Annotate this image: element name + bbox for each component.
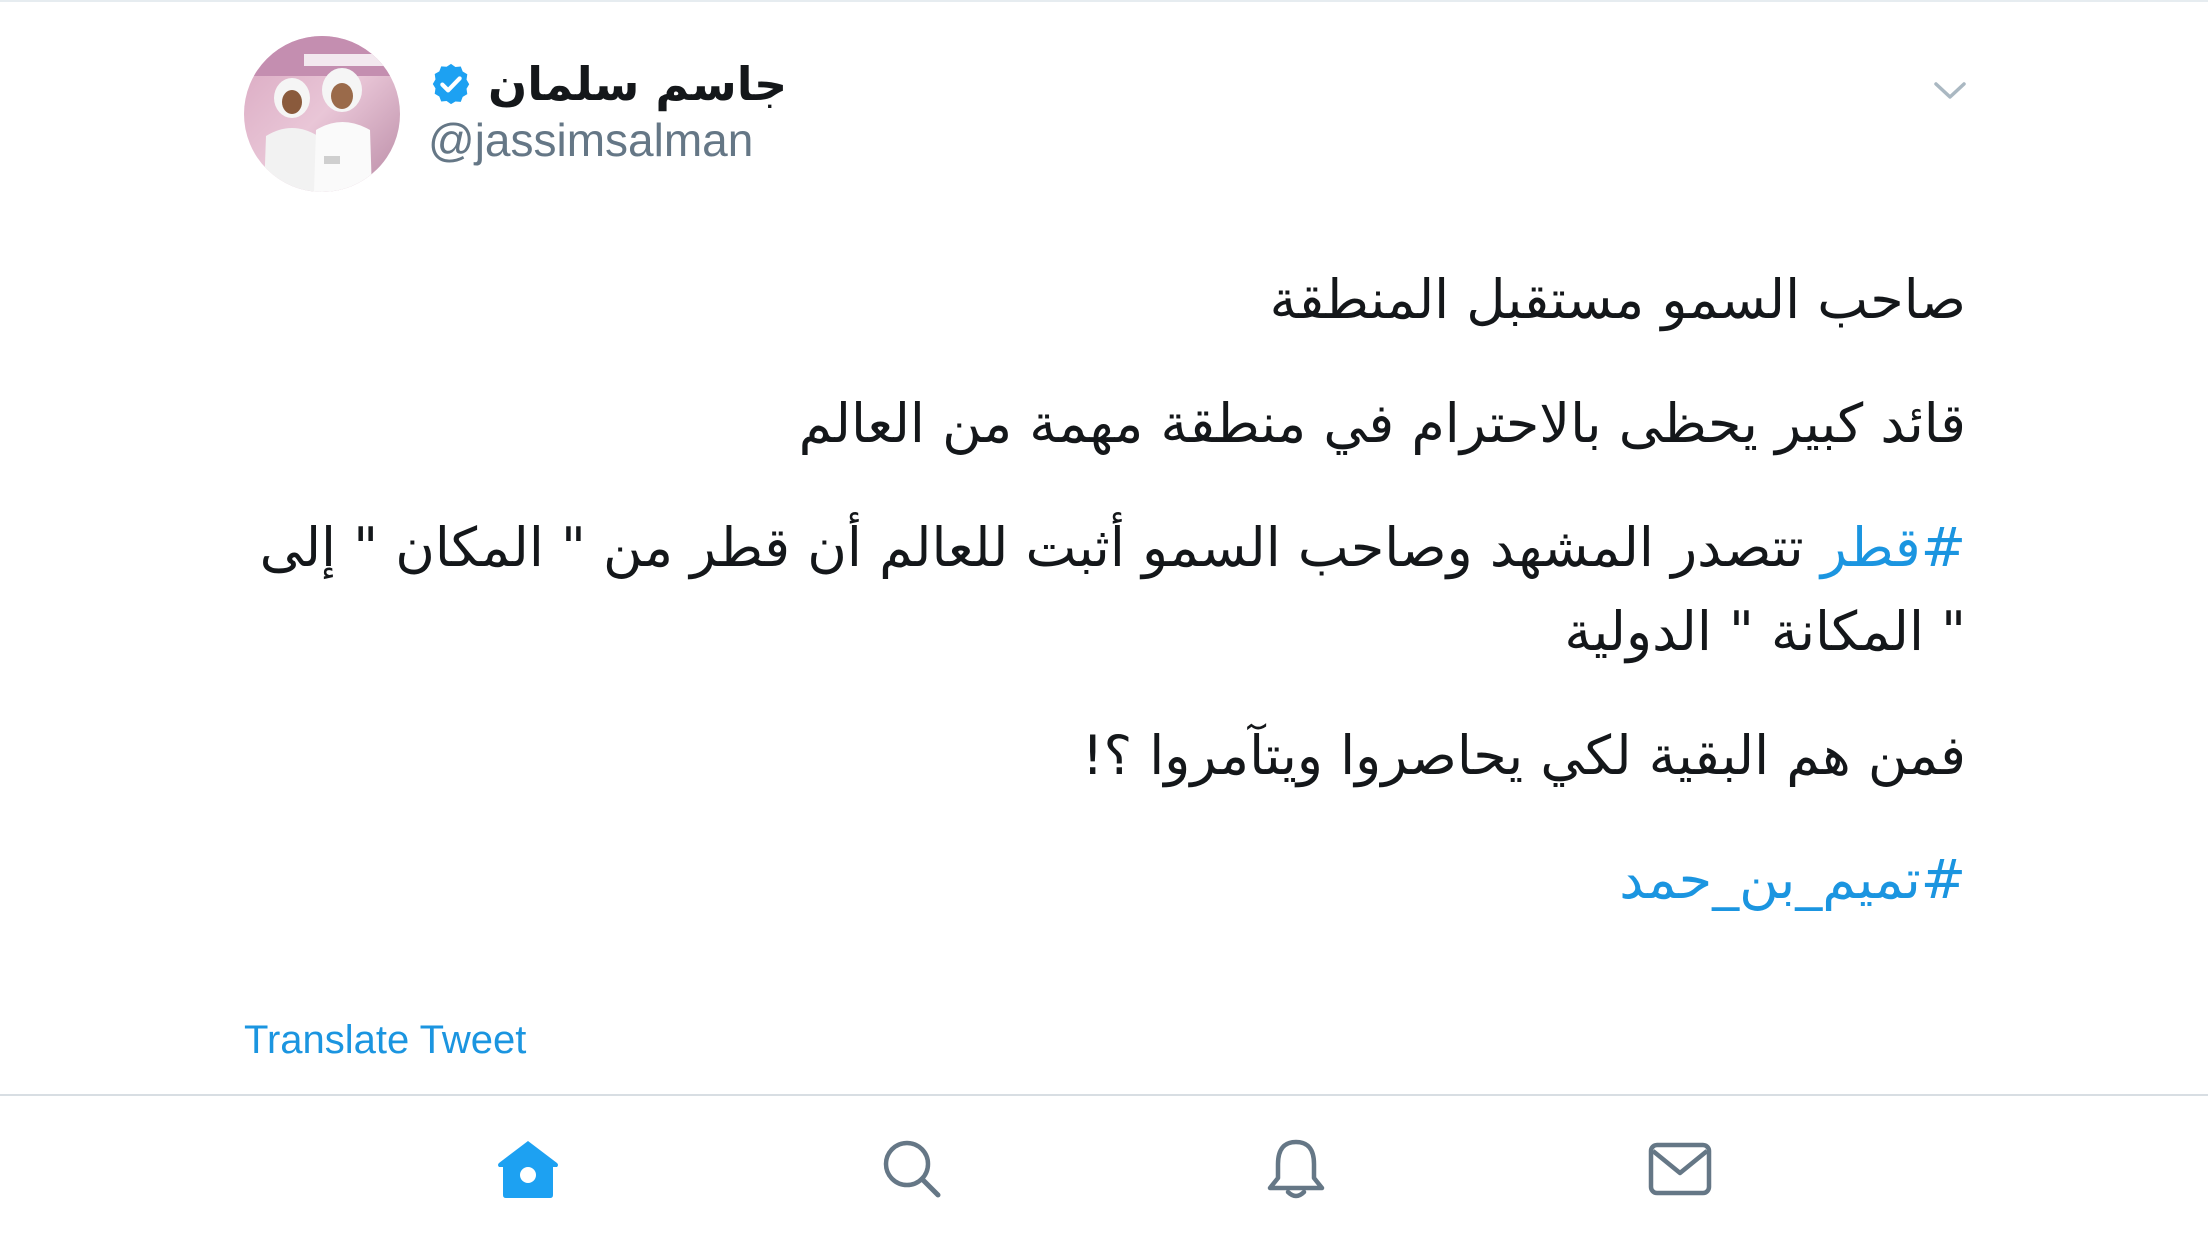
tab-home[interactable] xyxy=(438,1096,618,1242)
tweet-paragraph: قائد كبير يحظى بالاحترام في منطقة مهمة م… xyxy=(250,382,1966,466)
tweet-paragraph: #قطر تتصدر المشهد وصاحب السمو أثبت للعال… xyxy=(250,506,1966,674)
hashtag-link[interactable]: #تميم_بن_حمد xyxy=(1619,848,1966,911)
paragraph-text: فمن هم البقية لكي يحاصروا ويتآمروا ؟! xyxy=(1081,724,1966,787)
bell-icon xyxy=(1267,1139,1325,1199)
paragraph-text: صاحب السمو مستقبل المنطقة xyxy=(1269,268,1966,331)
tab-messages[interactable] xyxy=(1590,1096,1770,1242)
author-name: جاسم سلمان xyxy=(488,57,788,111)
search-icon xyxy=(883,1140,941,1198)
translate-tweet-link[interactable]: Translate Tweet xyxy=(244,1014,526,1066)
tab-search[interactable] xyxy=(822,1096,1002,1242)
author-handle[interactable]: @jassimsalman xyxy=(428,112,753,168)
mail-icon xyxy=(1648,1142,1712,1196)
paragraph-text: قائد كبير يحظى بالاحترام في منطقة مهمة م… xyxy=(798,392,1966,455)
tweet-detail: جاسم سلمان @jassimsalman صاحب السمو مستق… xyxy=(0,0,2208,1094)
paragraph-text: تتصدر المشهد وصاحب السمو أثبت للعالم أن … xyxy=(259,516,1966,663)
hashtag-link[interactable]: #قطر xyxy=(1821,516,1966,579)
avatar[interactable] xyxy=(244,36,400,192)
tab-notifications[interactable] xyxy=(1206,1096,1386,1242)
chevron-down-icon[interactable] xyxy=(1930,74,1970,106)
author-name-row[interactable]: جاسم سلمان xyxy=(428,52,787,116)
tab-bar xyxy=(0,1096,2208,1242)
home-icon xyxy=(498,1141,558,1198)
tweet-paragraph: صاحب السمو مستقبل المنطقة xyxy=(250,258,1966,342)
tweet-screen: جاسم سلمان @jassimsalman صاحب السمو مستق… xyxy=(0,0,2208,1242)
tweet-paragraph: #تميم_بن_حمد xyxy=(250,838,1966,922)
avatar-photo xyxy=(244,36,400,192)
verified-badge-icon xyxy=(432,63,470,105)
tweet-paragraph: فمن هم البقية لكي يحاصروا ويتآمروا ؟! xyxy=(250,714,1966,798)
tweet-text: صاحب السمو مستقبل المنطقة قائد كبير يحظى… xyxy=(250,258,1966,962)
